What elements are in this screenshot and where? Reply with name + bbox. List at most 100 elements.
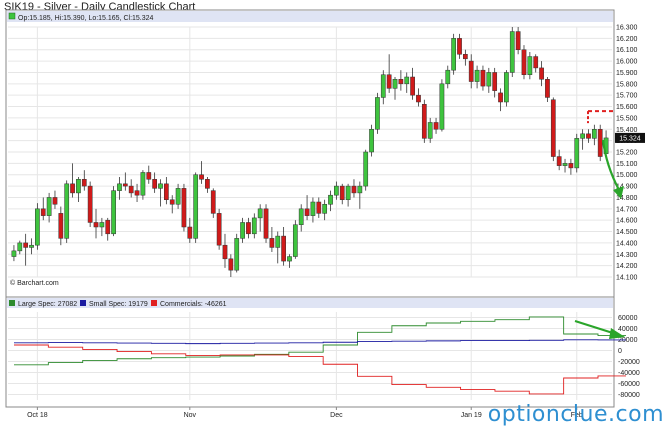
cot-tick-label: 0 [618, 348, 622, 355]
candle-body [427, 122, 433, 139]
candle-body [146, 172, 152, 180]
candle-body [269, 238, 275, 248]
candle-body [46, 197, 52, 216]
candle-body [240, 222, 245, 239]
candle-body [527, 56, 533, 75]
candle-body [316, 201, 322, 214]
candle-body [298, 208, 304, 225]
candle-body [586, 133, 591, 139]
x-tick-label: Oct 18 [27, 412, 48, 419]
candle-body [199, 174, 204, 180]
candle-body [40, 208, 46, 216]
candle-body [597, 129, 603, 157]
candle-body [175, 188, 181, 205]
candle-body [251, 217, 257, 235]
ohlc-values: Op:15.185, Hi:15.390, Lo:15.165, Cl:15.3… [18, 15, 154, 22]
x-tick-label: Dec [330, 412, 343, 419]
cot-y-axis: 6000040000200000-20000-40000-60000-80000 [618, 315, 640, 399]
candle-body [128, 185, 134, 194]
price-tick-label: 16.300 [616, 25, 638, 32]
candle-body [369, 129, 374, 153]
candle-body [87, 185, 93, 223]
price-tick-label: 14.500 [616, 229, 638, 236]
candle-body [117, 183, 122, 191]
candle-body [76, 179, 81, 194]
candle-body [521, 49, 527, 75]
barchart-credit: © Barchart.com [10, 279, 59, 287]
candle-body [99, 222, 105, 228]
candle-body [345, 185, 351, 200]
commercials-legend: Commercials: -46261 [160, 301, 227, 308]
candle-body [468, 60, 474, 82]
candle-body [111, 190, 116, 235]
candle-body [64, 183, 70, 239]
current-price-label: 15.324 [619, 135, 641, 142]
small-spec-swatch [80, 300, 86, 306]
candle-body [339, 185, 345, 200]
candle-body [210, 190, 216, 214]
candle-body [363, 151, 369, 187]
candle-body [504, 72, 509, 103]
price-tick-label: 15.000 [616, 172, 638, 179]
cot-tick-label: 60000 [618, 315, 638, 322]
price-tick-label: 16.000 [616, 59, 638, 66]
candle-body [164, 183, 169, 200]
candle-body [457, 38, 462, 55]
price-tick-label: 16.100 [616, 47, 638, 54]
candle-body [404, 76, 410, 85]
candle-body [580, 133, 585, 139]
chart-canvas: Op:15.185, Hi:15.390, Lo:15.165, Cl:15.3… [5, 9, 645, 419]
price-tick-label: 14.300 [616, 252, 638, 259]
price-tick-label: 15.600 [616, 104, 638, 111]
cot-tick-label: -20000 [618, 359, 640, 366]
price-tick-label: 16.200 [616, 36, 638, 43]
commercials-swatch [151, 300, 157, 306]
candle-body [70, 183, 75, 194]
candle-body [421, 104, 427, 139]
candle-body [451, 38, 456, 71]
candle-body [29, 244, 34, 248]
candle-body [539, 67, 544, 80]
price-tick-label: 14.200 [616, 263, 638, 270]
candle-body [492, 72, 498, 91]
candle-body [58, 213, 64, 239]
price-tick-label: 14.600 [616, 218, 638, 225]
large-spec-legend: Large Spec: 27082 [18, 301, 77, 308]
candle-body [81, 179, 87, 187]
candle-body [556, 156, 562, 166]
candle-body [351, 185, 357, 194]
candle-body [498, 92, 503, 103]
small-spec-legend: Small Spec: 19179 [89, 301, 148, 308]
price-y-axis: 16.300 16.200 16.100 16.000 15.900 15.800 15.7… [616, 25, 638, 282]
candle-body [216, 213, 222, 246]
candle-body [152, 179, 157, 189]
cot-tick-label: -80000 [618, 392, 640, 399]
candle-body [398, 79, 404, 85]
candle-body [550, 99, 556, 157]
candle-body [568, 163, 574, 169]
candle-body [591, 129, 597, 139]
candle-body [562, 163, 568, 166]
candle-body [445, 69, 451, 85]
candle-body [304, 208, 310, 216]
candle-body [122, 183, 128, 187]
candle-body [515, 31, 521, 50]
candle-body [93, 222, 99, 228]
watermark-logo: optionclue.com [487, 402, 664, 427]
candle-body [439, 83, 445, 130]
candle-body [292, 224, 298, 257]
candle-body [334, 185, 339, 196]
candle-body [416, 94, 421, 103]
candle-body [140, 172, 146, 196]
candle-body [234, 238, 240, 271]
candle-body [474, 69, 480, 82]
price-tick-label: 14.100 [616, 275, 638, 282]
candle-body [375, 97, 380, 130]
candle-body [246, 222, 251, 235]
candle-body [392, 79, 398, 89]
candle-body [222, 244, 228, 260]
candle-body [480, 69, 486, 87]
candle-body [380, 74, 386, 98]
candle-body [545, 79, 550, 98]
candle-body [463, 54, 468, 60]
